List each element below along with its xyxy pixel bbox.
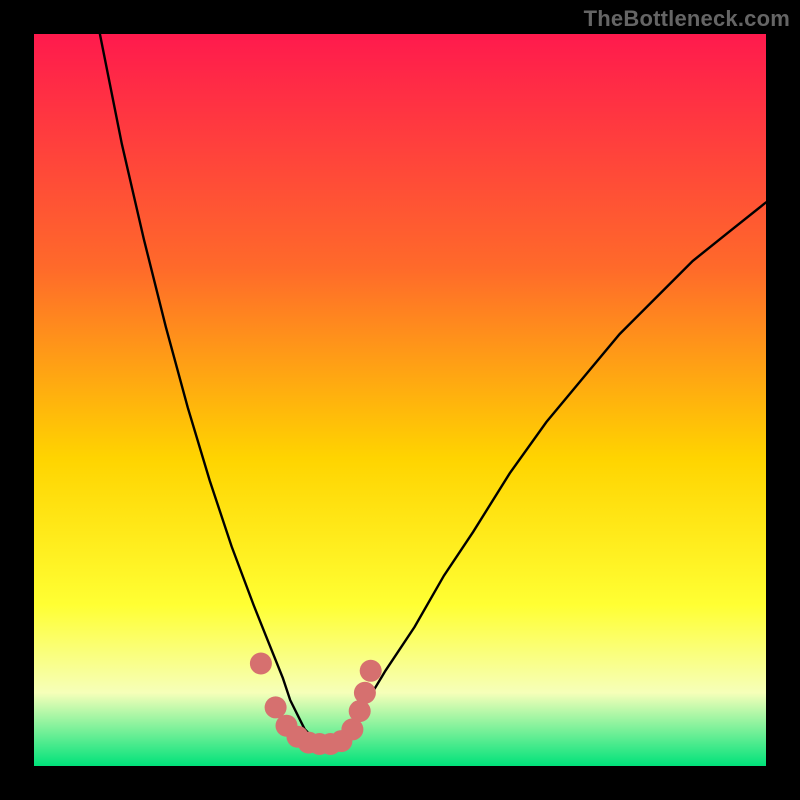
gradient-background: [34, 34, 766, 766]
plot-area: [34, 34, 766, 766]
chart-frame: TheBottleneck.com: [0, 0, 800, 800]
chart-svg: [34, 34, 766, 766]
marker-point: [265, 696, 287, 718]
marker-point: [354, 682, 376, 704]
attribution-label: TheBottleneck.com: [584, 6, 790, 32]
marker-point: [250, 653, 272, 675]
marker-point: [360, 660, 382, 682]
